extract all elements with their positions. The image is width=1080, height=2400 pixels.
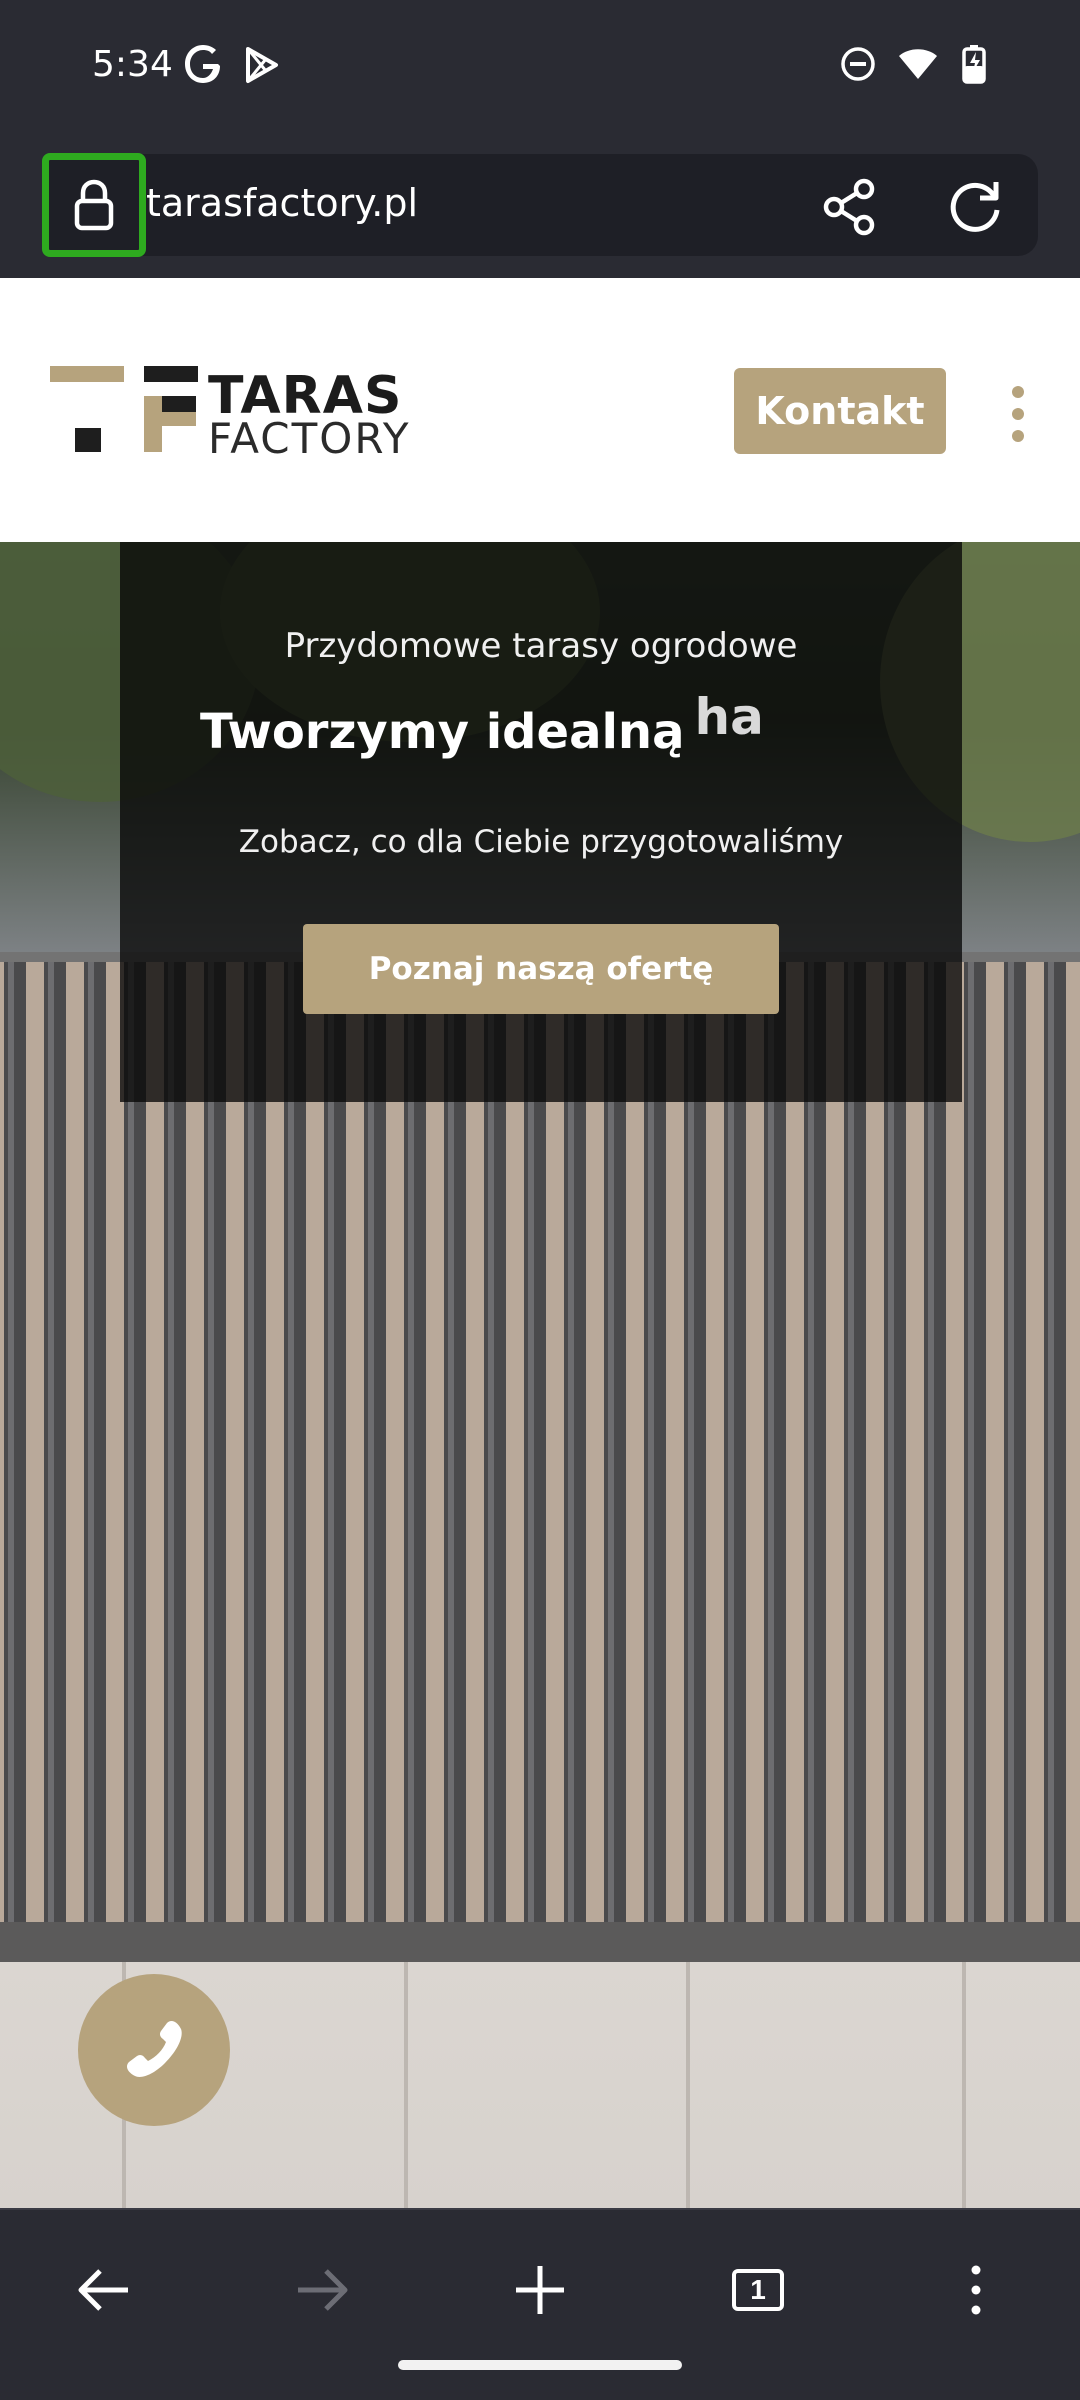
tab-count: 1 xyxy=(732,2269,784,2311)
home-indicator[interactable] xyxy=(398,2360,682,2370)
hero-title: Tworzymy idealną ha xyxy=(200,688,764,760)
lock-glyph xyxy=(74,179,114,231)
do-not-disturb-icon xyxy=(841,47,875,81)
contact-button[interactable]: Kontakt xyxy=(734,368,946,454)
hero-typing-text: ha xyxy=(694,688,764,746)
phone-icon xyxy=(127,2021,182,2077)
forward-arrow-icon xyxy=(298,2269,348,2311)
lock-icon[interactable] xyxy=(42,153,146,257)
url-text[interactable]: tarasfactory.pl xyxy=(146,181,418,225)
wifi-icon xyxy=(899,49,937,79)
more-vert-icon xyxy=(971,2265,981,2315)
browser-bottom-bar: 1 xyxy=(0,2208,1080,2400)
status-bar: 5:34 xyxy=(0,0,1080,136)
fence-slats xyxy=(0,962,1080,1962)
phone-button[interactable] xyxy=(78,1974,230,2126)
status-time: 5:34 xyxy=(92,44,173,85)
offer-button[interactable]: Poznaj naszą ofertę xyxy=(303,924,779,1014)
share-icon[interactable] xyxy=(820,177,880,237)
plus-icon xyxy=(516,2266,564,2314)
google-icon xyxy=(185,45,220,83)
hero-title-text: Tworzymy idealną xyxy=(200,704,685,760)
play-store-icon xyxy=(246,47,278,83)
browser-menu-button[interactable] xyxy=(936,2250,1016,2330)
status-icons xyxy=(840,44,990,84)
site-header: TARAS FACTORY Kontakt xyxy=(0,278,1080,542)
more-vert-icon[interactable] xyxy=(1006,384,1030,444)
reload-icon[interactable] xyxy=(944,176,1006,238)
logo-text-line2: FACTORY xyxy=(208,414,411,463)
hero-overlay: Przydomowe tarasy ogrodowe Tworzymy idea… xyxy=(120,542,962,1102)
forward-button[interactable] xyxy=(282,2250,362,2330)
hero-subtitle: Przydomowe tarasy ogrodowe xyxy=(284,626,798,666)
back-button[interactable] xyxy=(64,2250,144,2330)
new-tab-button[interactable] xyxy=(500,2250,580,2330)
battery-charging-icon xyxy=(962,45,986,84)
tab-switcher-button[interactable]: 1 xyxy=(718,2250,798,2330)
back-arrow-icon xyxy=(78,2269,128,2311)
hero-description: Zobacz, co dla Ciebie przygotowaliśmy xyxy=(238,824,844,860)
hero-section: Przydomowe tarasy ogrodowe Tworzymy idea… xyxy=(0,542,1080,2208)
